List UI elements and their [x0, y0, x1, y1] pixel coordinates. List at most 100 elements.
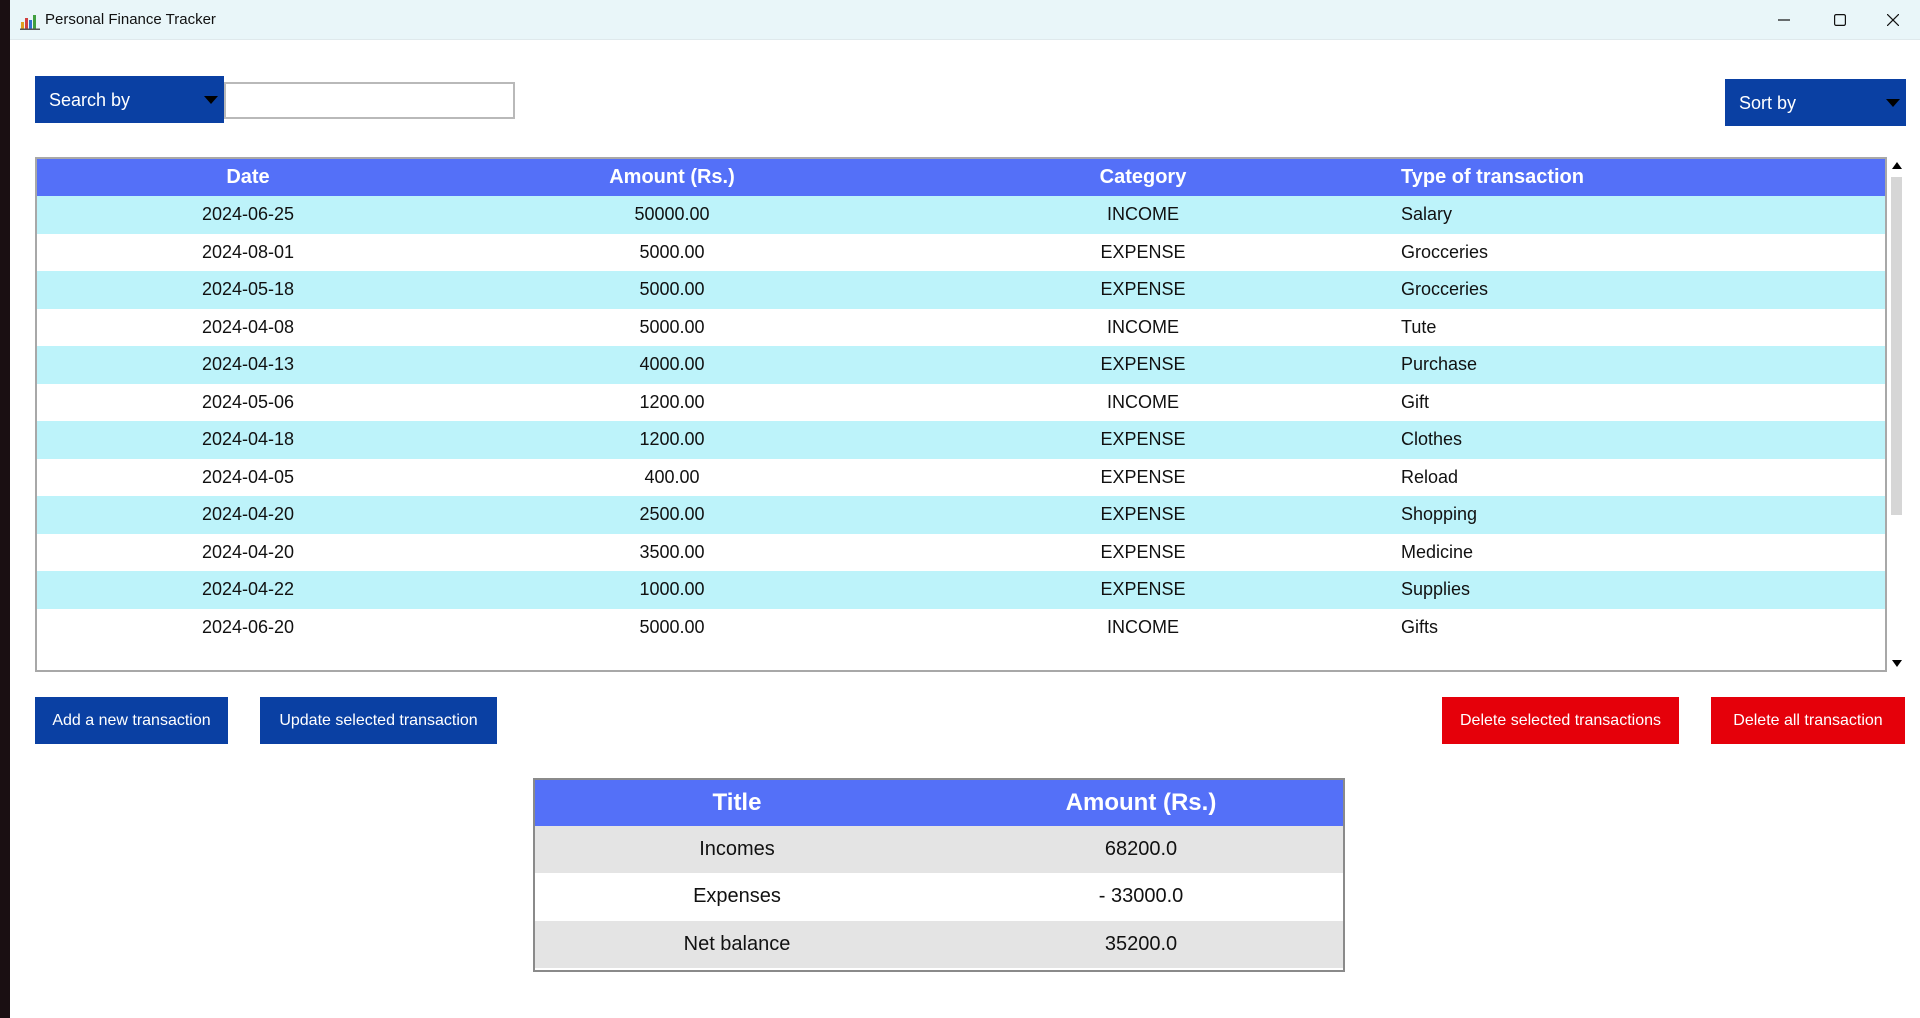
- cell-amount: 4000.00: [639, 354, 705, 375]
- cell-category: EXPENSE: [1100, 466, 1186, 487]
- scroll-up-icon[interactable]: [1892, 162, 1902, 169]
- cell-category: EXPENSE: [1100, 279, 1186, 300]
- window-title: Personal Finance Tracker: [45, 11, 216, 28]
- cell-category: INCOME: [1107, 316, 1179, 337]
- cell-type: Salary: [1401, 204, 1453, 225]
- cell-amount: 3500.00: [639, 541, 705, 562]
- column-header-type[interactable]: Type of transaction: [1401, 159, 1885, 196]
- scroll-down-icon[interactable]: [1892, 660, 1902, 667]
- delete-all-button[interactable]: Delete all transaction: [1711, 697, 1905, 744]
- table-row[interactable]: 2024-04-20 2500.00 EXPENSE Shopping: [37, 496, 1885, 534]
- close-icon: [1887, 14, 1899, 26]
- cell-date: 2024-08-01: [201, 241, 295, 262]
- table-row[interactable]: 2024-06-25 50000.00 INCOME Salary: [37, 196, 1885, 234]
- cell-date: 2024-04-05: [201, 466, 295, 487]
- column-header-amount[interactable]: Amount (Rs.): [459, 159, 885, 196]
- table-row[interactable]: 2024-04-05 400.00 EXPENSE Reload: [37, 458, 1885, 496]
- cell-amount: 5000.00: [639, 616, 705, 637]
- cell-type: Supplies: [1401, 579, 1471, 600]
- sort-by-dropdown[interactable]: Sort by: [1725, 79, 1906, 126]
- cell-date: 2024-05-06: [201, 391, 295, 412]
- cell-category: INCOME: [1107, 616, 1179, 637]
- cell-category: INCOME: [1107, 391, 1179, 412]
- cell-category: INCOME: [1107, 204, 1179, 225]
- cell-amount: 5000.00: [639, 279, 705, 300]
- table-row[interactable]: 2024-04-18 1200.00 EXPENSE Clothes: [37, 421, 1885, 459]
- cell-amount: 400.00: [644, 466, 700, 487]
- cell-amount: 5000.00: [639, 316, 705, 337]
- cell-category: EXPENSE: [1100, 241, 1186, 262]
- add-transaction-button[interactable]: Add a new transaction: [35, 697, 228, 744]
- summary-row: Incomes 68200.0: [535, 826, 1343, 874]
- search-input[interactable]: [224, 82, 515, 119]
- cell-category: EXPENSE: [1100, 579, 1186, 600]
- scrollbar-thumb[interactable]: [1891, 177, 1902, 515]
- table-row[interactable]: 2024-04-20 3500.00 EXPENSE Medicine: [37, 533, 1885, 571]
- table-row[interactable]: 2024-08-01 5000.00 EXPENSE Grocceries: [37, 233, 1885, 271]
- cell-date: 2024-04-20: [201, 504, 295, 525]
- summary-title: Expenses: [693, 885, 781, 908]
- minimize-button[interactable]: [1756, 0, 1812, 40]
- cell-amount: 50000.00: [634, 204, 710, 225]
- cell-date: 2024-04-18: [201, 429, 295, 450]
- cell-date: 2024-06-20: [201, 616, 295, 637]
- cell-type: Gift: [1401, 391, 1430, 412]
- cell-type: Gifts: [1401, 616, 1439, 637]
- cell-date: 2024-06-25: [201, 204, 295, 225]
- summary-table: Title Amount (Rs.) Incomes 68200.0 Expense…: [533, 778, 1345, 972]
- summary-row: Net balance 35200.0: [535, 920, 1343, 968]
- summary-title: Incomes: [699, 838, 775, 861]
- sort-by-label: Sort by: [1739, 93, 1797, 113]
- cell-category: EXPENSE: [1100, 504, 1186, 525]
- summary-amount: 68200.0: [1104, 838, 1178, 861]
- search-by-dropdown[interactable]: Search by: [35, 76, 224, 123]
- dropdown-arrow-icon: [204, 96, 218, 104]
- transactions-table: Date Amount (Rs.) Category Type of trans…: [35, 157, 1887, 672]
- table-row[interactable]: 2024-04-13 4000.00 EXPENSE Purchase: [37, 346, 1885, 384]
- cell-category: EXPENSE: [1100, 541, 1186, 562]
- cell-type: Reload: [1401, 466, 1459, 487]
- cell-type: Grocceries: [1401, 279, 1489, 300]
- table-row[interactable]: 2024-05-18 5000.00 EXPENSE Grocceries: [37, 271, 1885, 309]
- cell-type: Shopping: [1401, 504, 1478, 525]
- cell-amount: 5000.00: [639, 241, 705, 262]
- table-row[interactable]: 2024-06-20 5000.00 INCOME Gifts: [37, 608, 1885, 646]
- cell-date: 2024-04-20: [201, 541, 295, 562]
- table-header-row: Date Amount (Rs.) Category Type of trans…: [37, 159, 1885, 196]
- maximize-button[interactable]: [1812, 0, 1868, 40]
- summary-header-amount: Amount (Rs.): [1065, 789, 1217, 816]
- update-transaction-button[interactable]: Update selected transaction: [260, 697, 497, 744]
- cell-date: 2024-04-22: [201, 579, 295, 600]
- table-row[interactable]: 2024-05-06 1200.00 INCOME Gift: [37, 383, 1885, 421]
- summary-header-title: Title: [712, 789, 762, 816]
- cell-amount: 1000.00: [639, 579, 705, 600]
- cell-type: Clothes: [1401, 429, 1463, 450]
- cell-date: 2024-04-13: [201, 354, 295, 375]
- dropdown-arrow-icon: [1886, 99, 1900, 107]
- close-button[interactable]: [1865, 0, 1920, 40]
- cell-date: 2024-04-08: [201, 316, 295, 337]
- cell-type: Tute: [1401, 316, 1437, 337]
- column-header-category[interactable]: Category: [885, 159, 1401, 196]
- table-row[interactable]: 2024-04-22 1000.00 EXPENSE Supplies: [37, 571, 1885, 609]
- cell-amount: 2500.00: [639, 504, 705, 525]
- cell-amount: 1200.00: [639, 391, 705, 412]
- summary-amount: 35200.0: [1104, 932, 1178, 955]
- summary-header-row: Title Amount (Rs.): [535, 780, 1343, 826]
- table-row[interactable]: 2024-04-08 5000.00 INCOME Tute: [37, 308, 1885, 346]
- minimize-icon: [1778, 19, 1790, 21]
- summary-row: Expenses - 33000.0: [535, 873, 1343, 921]
- cell-type: Medicine: [1401, 541, 1474, 562]
- search-by-label: Search by: [49, 90, 131, 110]
- cell-type: Grocceries: [1401, 241, 1489, 262]
- cell-amount: 1200.00: [639, 429, 705, 450]
- cell-category: EXPENSE: [1100, 354, 1186, 375]
- chart-app-icon: [20, 15, 40, 30]
- column-header-date[interactable]: Date: [37, 159, 459, 196]
- table-scrollbar[interactable]: [1889, 157, 1904, 672]
- maximize-icon: [1834, 14, 1846, 26]
- cell-type: Purchase: [1401, 354, 1478, 375]
- app-window: Personal Finance Tracker Search by Sort …: [10, 0, 1920, 1018]
- summary-amount: - 33000.0: [1098, 885, 1184, 908]
- delete-selected-button[interactable]: Delete selected transactions: [1442, 697, 1679, 744]
